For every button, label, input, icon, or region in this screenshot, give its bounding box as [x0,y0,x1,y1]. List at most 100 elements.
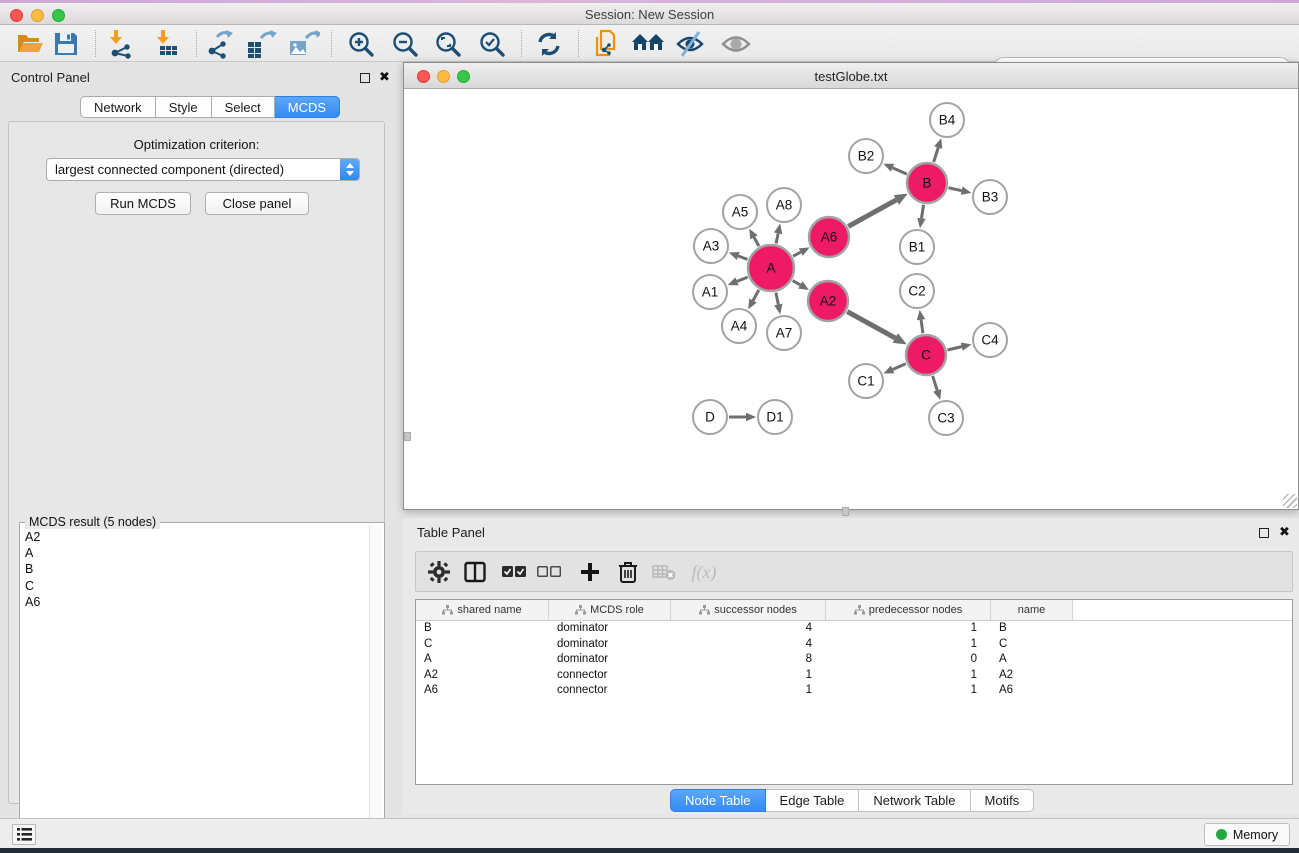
graph-node[interactable]: A [748,245,794,291]
eye-icon[interactable] [719,29,753,59]
node-table[interactable]: shared nameMCDS rolesuccessor nodesprede… [415,599,1293,785]
unselect-all-icon[interactable] [533,557,565,587]
copy-network-icon[interactable] [589,29,623,59]
result-scrollbar[interactable] [369,525,382,853]
graph-node[interactable]: A6 [809,217,849,257]
graph-node[interactable]: D1 [758,400,792,434]
graph-node[interactable]: C3 [929,401,963,435]
tab-node-table[interactable]: Node Table [670,789,766,812]
tab-style[interactable]: Style [156,96,212,118]
tab-edge-table[interactable]: Edge Table [766,789,860,812]
select-all-icon[interactable] [498,557,530,587]
memory-button[interactable]: Memory [1204,823,1290,846]
function-builder-icon[interactable]: f(x) [688,557,720,587]
canvas-bottom-handle[interactable] [842,507,849,516]
table-row[interactable]: Adominator80A [416,652,1292,668]
mcds-result-item[interactable]: A2 [25,529,368,545]
close-panel-icon[interactable]: ✖ [379,69,390,85]
delete-table-icon[interactable] [648,557,680,587]
network-canvas[interactable]: B4B2BB3A5A8A6A3AB1A1A2C2A4A7C4CC1C3DD1 [404,89,1298,509]
table-row[interactable]: A6connector11A6 [416,683,1292,699]
network-view-window[interactable]: testGlobe.txt B4B2BB3A5A8A6A3AB1A1A2C2A4… [403,62,1299,510]
graph-node[interactable]: D [693,400,727,434]
graph-node[interactable]: B4 [930,103,964,137]
graph-node[interactable]: A1 [693,275,727,309]
graph-edge[interactable] [847,312,895,338]
add-column-icon[interactable] [574,557,606,587]
export-table-icon[interactable] [244,29,278,59]
zoom-in-icon[interactable] [344,29,378,59]
graph-edge[interactable] [934,148,939,162]
save-icon[interactable] [49,29,83,59]
float-panel-icon[interactable] [360,73,370,83]
graph-edge[interactable] [776,233,778,243]
zoom-selected-icon[interactable] [475,29,509,59]
float-table-panel-icon[interactable] [1259,528,1269,538]
graph-edge[interactable] [921,320,923,333]
graph-node[interactable]: A5 [723,195,757,229]
graph-node[interactable]: C [906,335,946,375]
graph-node[interactable]: C2 [900,274,934,308]
import-network-icon[interactable] [104,29,138,59]
graph-edge[interactable] [738,256,747,259]
graph-edge[interactable] [754,237,759,246]
import-table-icon[interactable] [150,29,184,59]
criterion-dropdown[interactable]: largest connected component (directed) [46,158,360,181]
graph-edge[interactable] [947,347,961,350]
table-row[interactable]: Cdominator41C [416,637,1292,653]
network-graph[interactable]: B4B2BB3A5A8A6A3AB1A1A2C2A4A7C4CC1C3DD1 [404,89,1298,509]
mcds-result-item[interactable]: A6 [25,594,368,610]
export-image-icon[interactable] [287,29,321,59]
graph-node[interactable]: C1 [849,364,883,398]
columns-icon[interactable] [459,557,491,587]
graph-edge[interactable] [737,277,748,281]
table-row[interactable]: A2connector11A2 [416,668,1292,684]
graph-edge[interactable] [893,364,906,370]
mcds-result-list[interactable]: A2ABCA6 [25,529,368,853]
mcds-result-item[interactable]: B [25,561,368,577]
canvas-left-handle[interactable] [404,432,411,441]
refresh-icon[interactable] [532,29,566,59]
delete-column-icon[interactable] [612,557,644,587]
export-network-icon[interactable] [202,29,236,59]
graph-edge[interactable] [753,290,759,301]
graph-node[interactable]: B [907,163,947,203]
network-window-titlebar[interactable]: testGlobe.txt [404,63,1298,89]
mcds-result-item[interactable]: A [25,545,368,561]
column-header[interactable]: shared name [416,600,549,620]
tab-select[interactable]: Select [212,96,275,118]
graph-edge[interactable] [848,200,896,226]
graph-node[interactable]: B3 [973,180,1007,214]
tab-network[interactable]: Network [80,96,156,118]
column-header[interactable]: predecessor nodes [826,600,991,620]
graph-node[interactable]: A8 [767,188,801,222]
column-header[interactable]: successor nodes [671,600,826,620]
graph-node[interactable]: C4 [973,323,1007,357]
column-header[interactable]: MCDS role [549,600,671,620]
graph-edge[interactable] [776,293,778,305]
graph-edge[interactable] [893,168,907,174]
gear-icon[interactable] [423,557,455,587]
graph-node[interactable]: A3 [694,229,728,263]
graph-node[interactable]: A4 [722,309,756,343]
graph-node[interactable]: A7 [767,316,801,350]
zoom-out-icon[interactable] [388,29,422,59]
graph-edge[interactable] [933,376,938,390]
column-header[interactable]: name [991,600,1073,620]
graph-edge[interactable] [793,252,801,256]
task-history-button[interactable] [12,824,36,845]
hide-details-icon[interactable] [673,29,707,59]
close-table-panel-icon[interactable]: ✖ [1279,524,1290,540]
graph-node[interactable]: A2 [808,281,848,321]
table-row[interactable]: Bdominator41B [416,621,1292,637]
run-mcds-button[interactable]: Run MCDS [95,192,191,215]
zoom-fit-icon[interactable] [431,29,465,59]
tab-network-table[interactable]: Network Table [859,789,970,812]
tab-mcds[interactable]: MCDS [275,96,340,118]
graph-edge[interactable] [793,281,801,285]
graph-edge[interactable] [948,188,961,191]
main-titlebar[interactable]: Session: New Session [0,3,1299,25]
tab-motifs[interactable]: Motifs [971,789,1035,812]
graph-edge[interactable] [921,205,923,219]
open-folder-icon[interactable] [13,29,47,59]
